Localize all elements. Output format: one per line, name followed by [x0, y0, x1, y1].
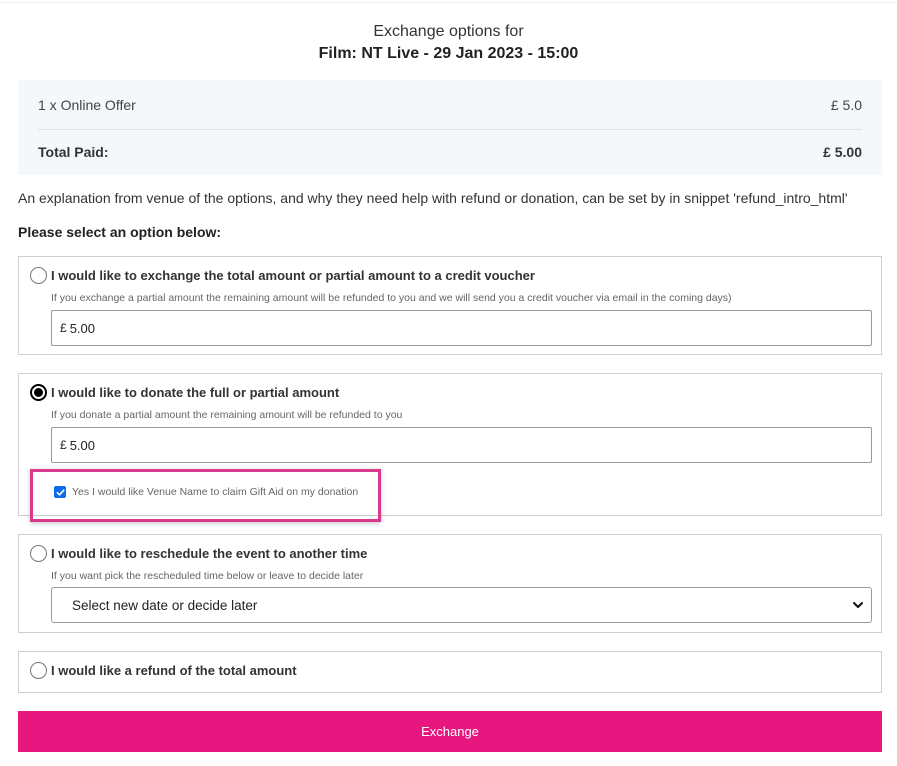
- page-header: Exchange options for Film: NT Live - 29 …: [0, 22, 897, 65]
- gift-aid-label: Yes I would like Venue Name to claim Gif…: [72, 486, 359, 498]
- option-title: I would like to donate the full or parti…: [51, 385, 340, 400]
- option-reschedule[interactable]: I would like to reschedule the event to …: [18, 534, 882, 633]
- header-subtitle: Exchange options for: [373, 23, 524, 40]
- summary-item-price: £ 5.0: [830, 96, 862, 113]
- event-title: Film: NT Live - 29 Jan 2023 - 15:00: [318, 45, 579, 62]
- radio-refund[interactable]: [30, 662, 47, 679]
- total-label: Total Paid:: [38, 144, 109, 160]
- donate-amount-input[interactable]: £ 5.00: [51, 427, 872, 463]
- top-divider: [0, 2, 897, 3]
- gift-aid-checkbox[interactable]: [54, 486, 66, 498]
- radio-credit-voucher[interactable]: [30, 267, 47, 284]
- currency-symbol: £: [60, 321, 67, 335]
- donate-amount-value: 5.00: [69, 437, 95, 453]
- chevron-down-icon: [853, 602, 863, 608]
- intro-text: An explanation from venue of the options…: [18, 190, 848, 206]
- gift-aid-checkbox-row[interactable]: Yes I would like Venue Name to claim Gif…: [54, 486, 358, 498]
- option-help-text: If you donate a partial amount the remai…: [51, 409, 403, 421]
- select-prompt: Please select an option below:: [18, 224, 222, 240]
- radio-donate[interactable]: [30, 384, 47, 401]
- currency-symbol: £: [60, 438, 67, 452]
- voucher-amount-input[interactable]: £ 5.00: [51, 310, 872, 346]
- option-title: I would like a refund of the total amoun…: [51, 663, 297, 678]
- summary-item-label: 1 x Online Offer: [38, 96, 136, 113]
- total-value: £ 5.00: [823, 144, 862, 160]
- radio-reschedule[interactable]: [30, 545, 47, 562]
- option-help-text: If you want pick the rescheduled time be…: [51, 570, 364, 582]
- summary-total-row: Total Paid: £ 5.00: [38, 130, 862, 174]
- option-title: I would like to exchange the total amoun…: [51, 268, 535, 283]
- summary-item-row: 1 x Online Offer £ 5.0: [38, 80, 862, 130]
- voucher-amount-value: 5.00: [69, 320, 95, 336]
- option-credit-voucher[interactable]: I would like to exchange the total amoun…: [18, 256, 882, 355]
- order-summary: 1 x Online Offer £ 5.0 Total Paid: £ 5.0…: [18, 80, 882, 175]
- exchange-button[interactable]: Exchange: [18, 711, 882, 752]
- option-title: I would like to reschedule the event to …: [51, 546, 368, 561]
- reschedule-select-value: Select new date or decide later: [72, 597, 258, 613]
- option-refund[interactable]: I would like a refund of the total amoun…: [18, 651, 882, 693]
- option-help-text: If you exchange a partial amount the rem…: [51, 292, 732, 304]
- reschedule-date-select[interactable]: Select new date or decide later: [51, 587, 872, 623]
- check-icon: [56, 488, 65, 496]
